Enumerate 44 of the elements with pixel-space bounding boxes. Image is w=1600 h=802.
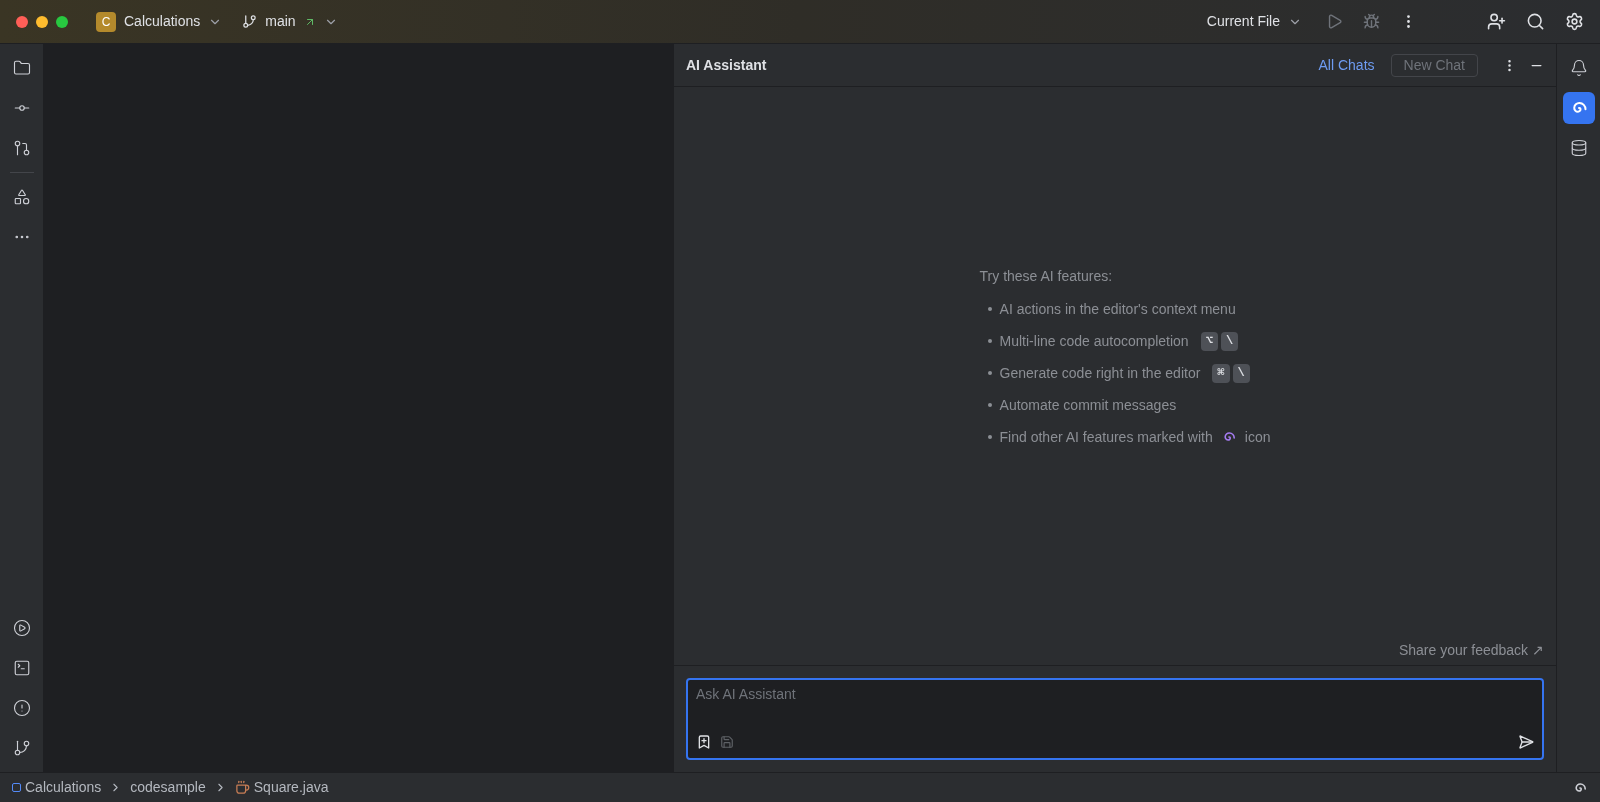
run-icon[interactable] (1326, 13, 1343, 30)
save-icon[interactable] (720, 735, 734, 749)
breadcrumb-item[interactable]: Calculations (12, 777, 102, 798)
feedback-link[interactable]: Share your feedback ↗ (1398, 640, 1544, 661)
breadcrumb-item[interactable]: codesample (130, 777, 206, 798)
feature-text: Find other AI features marked with (999, 427, 1213, 447)
bookmark-icon[interactable] (696, 734, 712, 750)
send-icon[interactable] (1518, 734, 1534, 750)
minimize-window-icon[interactable] (36, 15, 48, 28)
feature-text: AI actions in the editor's context menu (999, 299, 1236, 319)
project-selector[interactable]: C Calculations (96, 11, 223, 32)
settings-icon[interactable] (1565, 12, 1584, 31)
feature-text: icon (1244, 427, 1271, 447)
bullet-icon (987, 435, 992, 439)
close-window-icon[interactable] (16, 15, 28, 28)
search-icon[interactable] (1526, 12, 1545, 31)
bell-icon (1569, 59, 1588, 77)
key-cap: ⌥ (1200, 331, 1218, 351)
project-initial: C (96, 11, 116, 32)
add-user-icon[interactable] (1487, 12, 1506, 31)
feature-text: Automate commit messages (999, 395, 1177, 415)
feature-text: Multi-line code autocompletion (999, 331, 1189, 351)
run-config-selector[interactable]: Current File (1206, 11, 1302, 32)
feature-text: Generate code right in the editor (999, 363, 1201, 383)
debug-icon[interactable] (1363, 13, 1380, 30)
bullet-icon (987, 403, 992, 407)
all-chats-link[interactable]: All Chats (1318, 54, 1375, 76)
branch-selector[interactable]: main (242, 11, 338, 32)
bullet-icon (987, 339, 992, 343)
ai-assistant-tool-button[interactable] (1562, 92, 1595, 124)
bullet-icon (987, 307, 992, 311)
maximize-window-icon[interactable] (56, 15, 68, 28)
java-cup-icon (234, 780, 250, 795)
branch-icon (242, 14, 258, 29)
bullet-icon (987, 371, 992, 375)
features-intro: Try these AI features: (979, 267, 1114, 286)
key-cap: \ (1232, 363, 1250, 383)
breadcrumb-item[interactable]: Square.java (234, 777, 329, 798)
panel-title: AI Assistant (686, 55, 767, 75)
message-composer[interactable]: Ask AI Assistant (686, 678, 1544, 760)
key-cap: ⌘ (1212, 363, 1230, 383)
database-icon (1569, 139, 1588, 157)
key-cap: \ (1220, 331, 1239, 351)
ask-input-field[interactable]: Ask AI Assistant (696, 684, 1534, 705)
